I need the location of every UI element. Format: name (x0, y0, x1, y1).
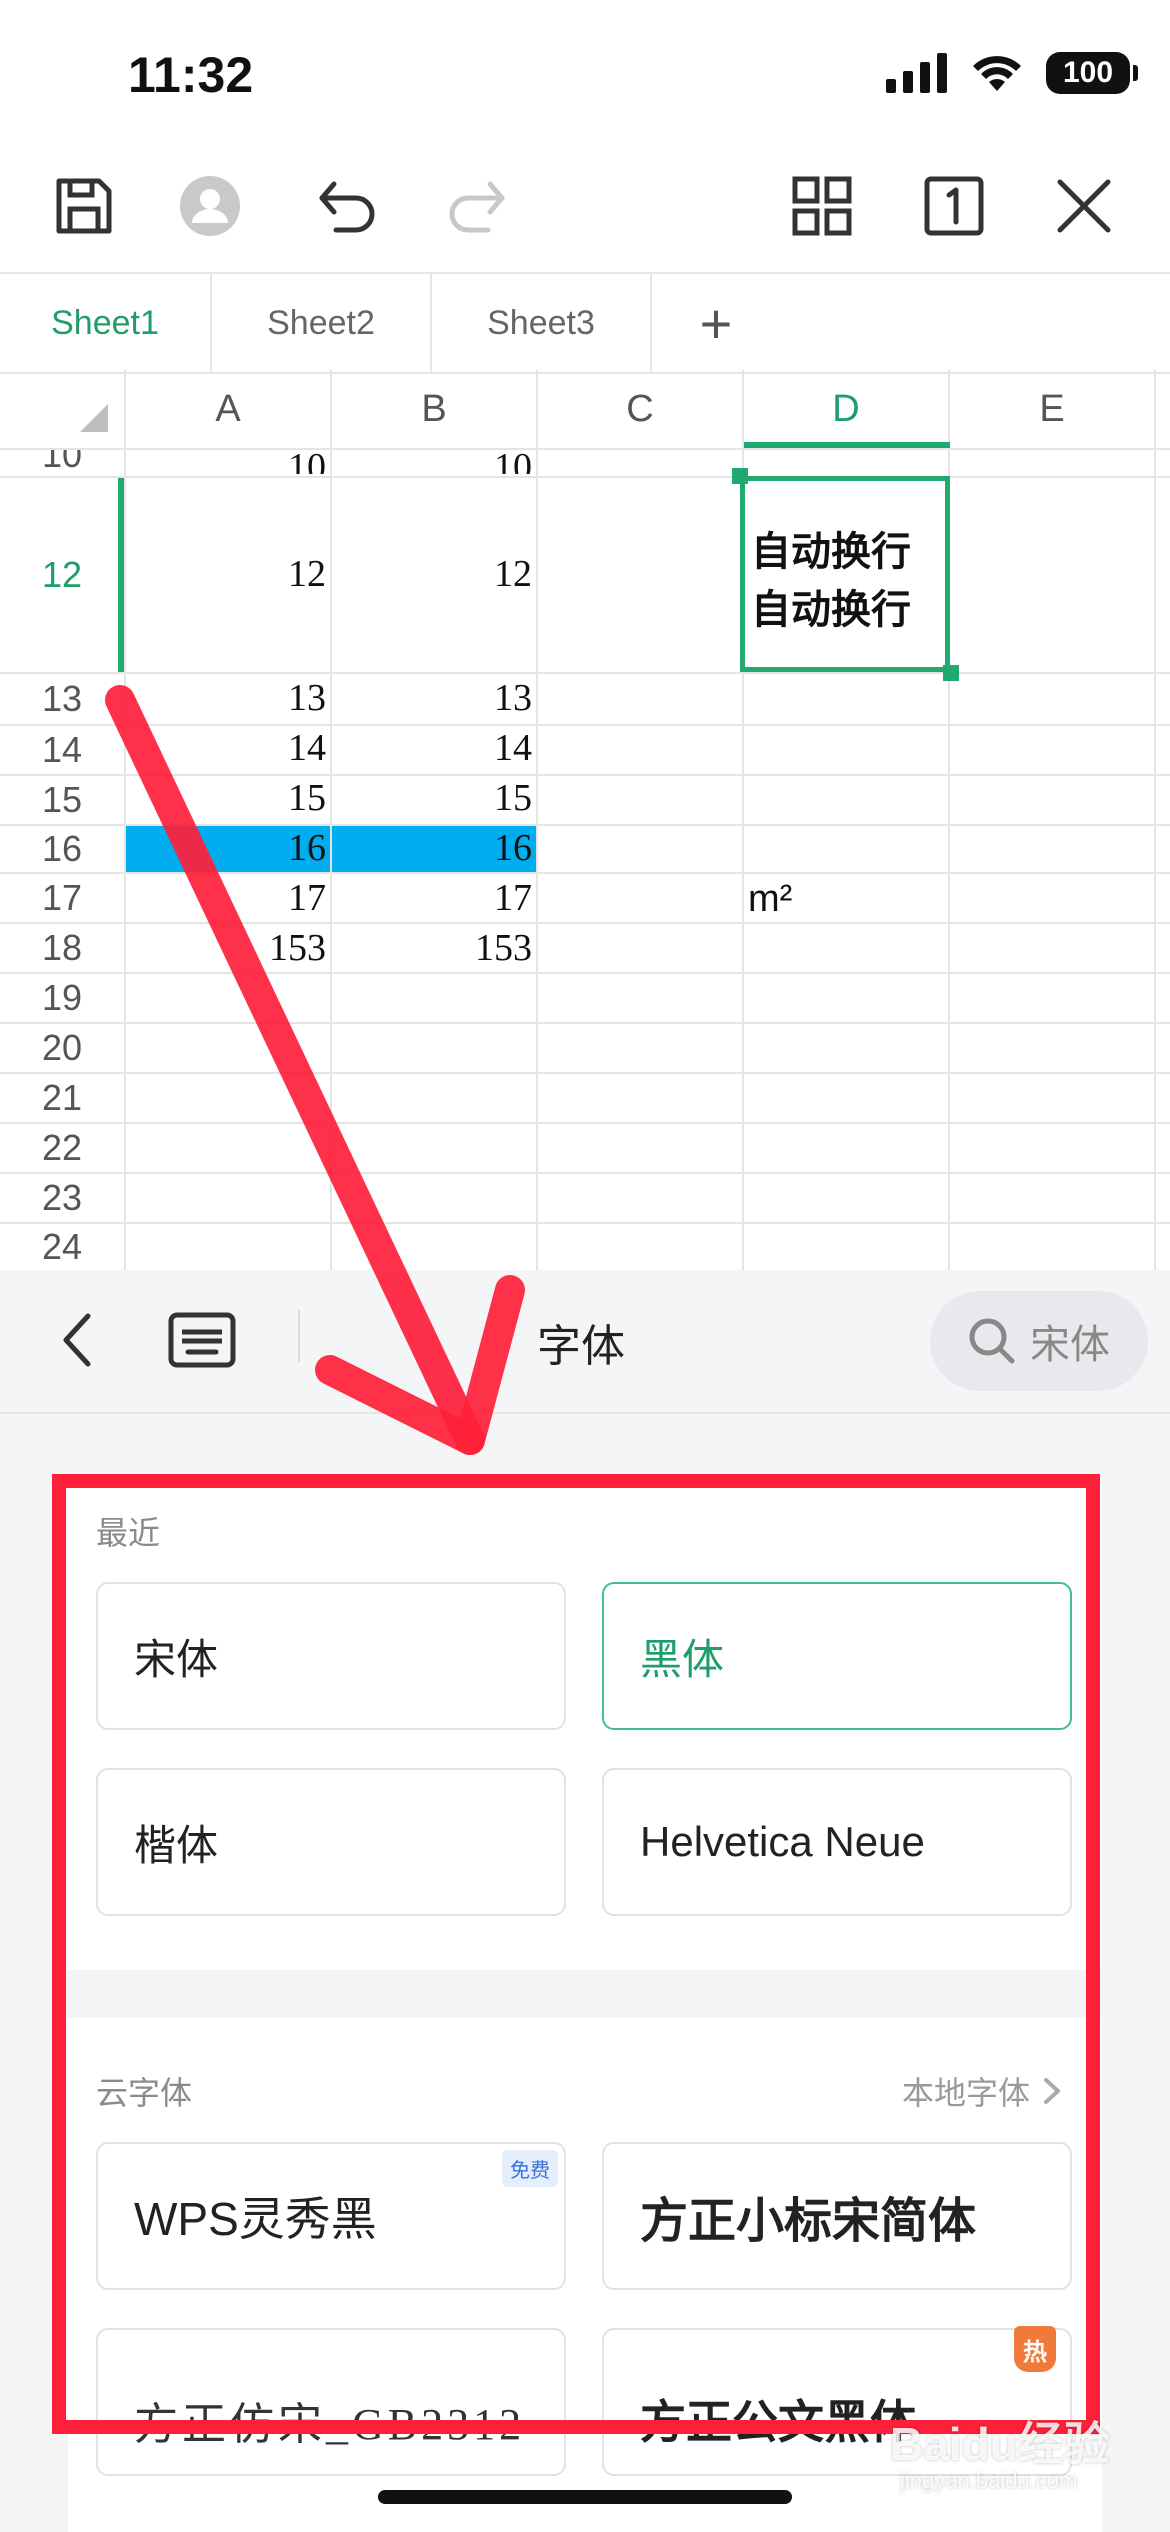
annotation-arrow-icon (105, 685, 525, 1455)
home-indicator (378, 2490, 792, 2504)
watermark-url: jingyan.baidu.com (900, 2468, 1078, 2493)
annotation-highlight-box (52, 1474, 1100, 2434)
watermark-logo: Baidu经验 (890, 2418, 1110, 2470)
